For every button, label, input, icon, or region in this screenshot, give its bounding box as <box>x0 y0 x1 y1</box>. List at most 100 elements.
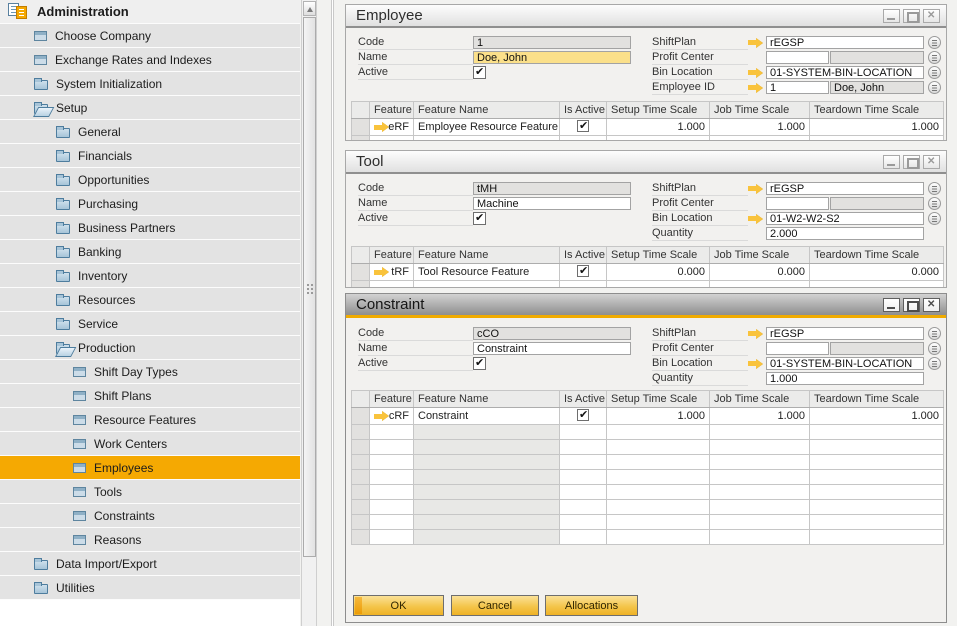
close-icon[interactable] <box>923 298 940 312</box>
employee-id-field[interactable] <box>766 81 829 94</box>
sidebar-item-setup[interactable]: Setup <box>0 96 300 120</box>
row-selector[interactable] <box>352 408 370 425</box>
sidebar-item-data-import-export[interactable]: Data Import/Export <box>0 552 300 576</box>
is-active-checkbox[interactable] <box>577 120 589 132</box>
col-feature-name[interactable]: Feature Name <box>414 391 560 408</box>
sidebar-item-constraints[interactable]: Constraints <box>0 504 300 528</box>
sidebar-item-choose-company[interactable]: Choose Company <box>0 24 300 48</box>
sidebar-item-financials[interactable]: Financials <box>0 144 300 168</box>
setup-time-cell[interactable]: 0.000 <box>607 264 710 281</box>
sidebar-item-general[interactable]: General <box>0 120 300 144</box>
job-time-cell[interactable]: 1.000 <box>710 408 810 425</box>
shiftplan-choose-from-list-icon[interactable] <box>928 36 941 49</box>
constraint-profit-center-field[interactable] <box>766 342 829 355</box>
col-feature-name[interactable]: Feature Name <box>414 247 560 264</box>
employee-code-field[interactable] <box>473 36 631 49</box>
constraint-code-field[interactable] <box>473 327 631 340</box>
employee-profit-center-field[interactable] <box>766 51 829 64</box>
col-feature[interactable]: Feature <box>370 247 414 264</box>
cancel-button[interactable]: Cancel <box>451 595 539 616</box>
sidebar-scrollbar[interactable] <box>301 0 317 626</box>
sidebar-item-service[interactable]: Service <box>0 312 300 336</box>
sidebar-item-reasons[interactable]: Reasons <box>0 528 300 552</box>
sidebar-item-opportunities[interactable]: Opportunities <box>0 168 300 192</box>
constraint-name-field[interactable] <box>473 342 631 355</box>
minimize-icon[interactable] <box>883 155 900 169</box>
sidebar-splitter[interactable] <box>331 0 334 626</box>
constraint-window-titlebar[interactable]: Constraint <box>346 294 946 318</box>
feature-name-cell[interactable]: Constraint <box>414 408 560 425</box>
feature-link-arrow-icon[interactable] <box>374 122 384 132</box>
sidebar-header-administration[interactable]: Administration <box>0 0 300 24</box>
sidebar-item-employees[interactable]: Employees <box>0 456 300 480</box>
sidebar-item-exchange-rates[interactable]: Exchange Rates and Indexes <box>0 48 300 72</box>
job-time-cell[interactable]: 0.000 <box>710 264 810 281</box>
employee-id-link-arrow-icon[interactable] <box>748 83 763 93</box>
col-job-time-scale[interactable]: Job Time Scale <box>710 247 810 264</box>
col-setup-time-scale[interactable]: Setup Time Scale <box>607 247 710 264</box>
col-is-active[interactable]: Is Active <box>560 102 607 119</box>
sidebar-item-banking[interactable]: Banking <box>0 240 300 264</box>
employee-id-choose-from-list-icon[interactable] <box>928 81 941 94</box>
sidebar-item-purchasing[interactable]: Purchasing <box>0 192 300 216</box>
feature-link-arrow-icon[interactable] <box>374 267 387 277</box>
shiftplan-choose-from-list-icon[interactable] <box>928 182 941 195</box>
tool-window-titlebar[interactable]: Tool <box>346 151 946 174</box>
feature-name-cell[interactable]: Employee Resource Feature <box>414 119 560 136</box>
tool-active-checkbox[interactable] <box>473 212 486 225</box>
sidebar-item-work-centers[interactable]: Work Centers <box>0 432 300 456</box>
col-is-active[interactable]: Is Active <box>560 391 607 408</box>
maximize-icon[interactable] <box>903 9 920 23</box>
is-active-cell[interactable] <box>560 264 607 281</box>
is-active-cell[interactable] <box>560 119 607 136</box>
bin-location-link-arrow-icon[interactable] <box>748 214 763 224</box>
ok-button[interactable]: OK <box>353 595 444 616</box>
sidebar-item-shift-day-types[interactable]: Shift Day Types <box>0 360 300 384</box>
employee-active-checkbox[interactable] <box>473 66 486 79</box>
close-icon[interactable] <box>923 9 940 23</box>
teardown-time-cell[interactable]: 1.000 <box>810 408 944 425</box>
maximize-icon[interactable] <box>903 155 920 169</box>
constraint-shiftplan-field[interactable] <box>766 327 924 340</box>
minimize-icon[interactable] <box>883 298 900 312</box>
col-feature[interactable]: Feature <box>370 391 414 408</box>
sidebar-item-system-initialization[interactable]: System Initialization <box>0 72 300 96</box>
tool-name-field[interactable] <box>473 197 631 210</box>
feature-cell[interactable]: eRF <box>370 119 414 136</box>
teardown-time-cell[interactable]: 0.000 <box>810 264 944 281</box>
sidebar-item-resource-features[interactable]: Resource Features <box>0 408 300 432</box>
is-active-cell[interactable] <box>560 408 607 425</box>
setup-time-cell[interactable]: 1.000 <box>607 119 710 136</box>
constraint-quantity-field[interactable] <box>766 372 924 385</box>
sidebar-item-shift-plans[interactable]: Shift Plans <box>0 384 300 408</box>
shiftplan-link-arrow-icon[interactable] <box>748 184 763 194</box>
teardown-time-cell[interactable]: 1.000 <box>810 119 944 136</box>
bin-location-choose-from-list-icon[interactable] <box>928 357 941 370</box>
bin-location-link-arrow-icon[interactable] <box>748 359 763 369</box>
bin-location-link-arrow-icon[interactable] <box>748 68 763 78</box>
sidebar-item-production[interactable]: Production <box>0 336 300 360</box>
employee-name-field[interactable] <box>473 51 631 64</box>
col-teardown-time-scale[interactable]: Teardown Time Scale <box>810 391 944 408</box>
sidebar-item-inventory[interactable]: Inventory <box>0 264 300 288</box>
feature-link-arrow-icon[interactable] <box>374 411 385 421</box>
tool-code-field[interactable] <box>473 182 631 195</box>
col-feature[interactable]: Feature <box>370 102 414 119</box>
constraint-active-checkbox[interactable] <box>473 357 486 370</box>
profit-center-choose-from-list-icon[interactable] <box>928 51 941 64</box>
tool-profit-center-field[interactable] <box>766 197 829 210</box>
sidebar-item-resources[interactable]: Resources <box>0 288 300 312</box>
sidebar-item-tools[interactable]: Tools <box>0 480 300 504</box>
col-feature-name[interactable]: Feature Name <box>414 102 560 119</box>
feature-cell[interactable]: cRF <box>370 408 414 425</box>
col-job-time-scale[interactable]: Job Time Scale <box>710 102 810 119</box>
col-is-active[interactable]: Is Active <box>560 247 607 264</box>
sidebar-item-utilities[interactable]: Utilities <box>0 576 300 600</box>
is-active-checkbox[interactable] <box>577 409 589 421</box>
feature-cell[interactable]: tRF <box>370 264 414 281</box>
tool-shiftplan-field[interactable] <box>766 182 924 195</box>
is-active-checkbox[interactable] <box>577 265 589 277</box>
minimize-icon[interactable] <box>883 9 900 23</box>
col-job-time-scale[interactable]: Job Time Scale <box>710 391 810 408</box>
profit-center-choose-from-list-icon[interactable] <box>928 342 941 355</box>
